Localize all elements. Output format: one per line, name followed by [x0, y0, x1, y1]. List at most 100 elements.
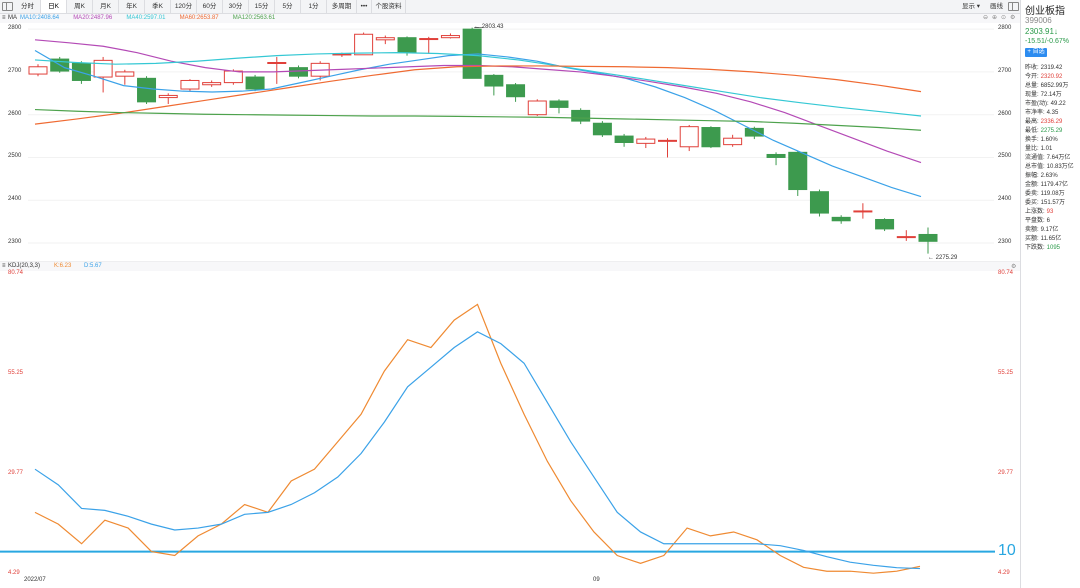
y-tick-right: 2800 — [998, 25, 1012, 32]
stat-row: 现量: 72.14万 — [1025, 91, 1062, 100]
candle-up — [180, 79, 200, 90]
y-tick-left: 2600 — [8, 110, 22, 117]
stat-value: 2320.92 — [1040, 74, 1063, 80]
index-code: 399006 — [1025, 16, 1052, 25]
stat-row: 昨收: 2319.42 — [1025, 64, 1062, 73]
stat-label: 平盘数: — [1025, 218, 1045, 225]
chart-settings-icon: ≡ — [2, 15, 6, 21]
candle-up — [28, 66, 48, 75]
kdj-tick-right: 4.29 — [998, 570, 1010, 576]
stat-value: 2.63% — [1040, 173, 1058, 180]
date-mid-label: 09 — [593, 577, 600, 583]
low-price-label: ← 2275.29 — [928, 254, 958, 261]
stat-value: 2275.29 — [1040, 128, 1063, 135]
y-tick-left: 2400 — [8, 196, 22, 203]
stat-row: 市盈(动): 49.22 — [1025, 100, 1066, 109]
candle-up — [223, 70, 243, 84]
stat-value: 4.35 — [1046, 110, 1059, 117]
candle-up — [267, 62, 287, 64]
main-indicator-label: MA — [8, 15, 17, 21]
stat-row: 买额: 11.65亿 — [1025, 235, 1061, 244]
stat-value: 11.65亿 — [1040, 236, 1062, 243]
kdj-line-k — [34, 303, 921, 574]
stat-row: 金额: 1179.47亿 — [1025, 181, 1068, 190]
zoom-control-icon: ⊖ — [983, 15, 989, 21]
stat-row: 委买: 151.57万 — [1025, 199, 1065, 208]
last-price: 2303.91↓ — [1025, 27, 1058, 36]
y-tick-left: 2700 — [8, 67, 22, 74]
ma-legend-item: MA10:2408.64 — [20, 15, 60, 21]
stat-row: 上涨数: 93 — [1025, 208, 1053, 217]
stat-label: 买额: — [1025, 236, 1039, 243]
ma-legend-item: MA20:2487.96 — [73, 15, 113, 21]
stat-label: 换手: — [1025, 137, 1039, 144]
stat-row: 总量: 6852.99万 — [1025, 82, 1068, 91]
kdj-level-label: 10 — [998, 541, 1016, 559]
add-watchlist-button[interactable]: + 自选 — [1025, 48, 1047, 57]
kdj-tick-right: 80.74 — [998, 270, 1014, 276]
zoom-control-icon: ⊕ — [992, 15, 998, 21]
ma-line-ma120 — [34, 108, 922, 131]
candle-up — [679, 126, 699, 148]
ma-legend-item: MA40:2597.01 — [126, 15, 166, 21]
candle-down — [506, 84, 526, 98]
candle-down — [592, 122, 612, 136]
stat-value: 1179.47亿 — [1040, 182, 1068, 189]
stat-row: 流通值: 7.64万亿 — [1025, 154, 1070, 163]
kdj-panel-header — [0, 262, 1020, 271]
stat-value: 2319.42 — [1040, 65, 1063, 71]
quote-panel: 创业板指 399006 2303.91↓ -15.51/-0.67% + 自选 … — [1020, 0, 1080, 588]
candle-down — [288, 67, 308, 77]
stat-label: 昨收: — [1025, 65, 1039, 71]
candle-down — [809, 191, 829, 214]
stat-row: 量比: 1.01 — [1025, 145, 1052, 154]
kdj-line-d — [34, 331, 921, 570]
stat-value: 119.08万 — [1040, 191, 1065, 198]
kdj-tick-left: 29.77 — [8, 470, 24, 476]
stat-value: 7.64万亿 — [1046, 155, 1071, 162]
stat-value: 1.60% — [1040, 137, 1058, 144]
stat-value: 6 — [1046, 218, 1051, 225]
price-change: -15.51/-0.67% — [1025, 38, 1069, 45]
candle-down — [918, 233, 938, 242]
candle-up — [527, 100, 547, 116]
kdj-tick-right: 55.25 — [998, 370, 1014, 377]
y-tick-left: 2300 — [8, 239, 22, 246]
candle-down — [484, 74, 504, 87]
stat-label: 市盈(动): — [1025, 101, 1049, 108]
stat-value: 1.01 — [1040, 146, 1053, 153]
stat-value: 49.22 — [1050, 101, 1066, 108]
stat-label: 委买: — [1025, 200, 1039, 207]
stat-value: 9.17亿 — [1040, 227, 1059, 234]
kdj-tick-left: 80.74 — [8, 270, 24, 276]
y-tick-left: 2500 — [8, 153, 22, 160]
stat-row: 委卖: 119.08万 — [1025, 190, 1065, 199]
stat-label: 金额: — [1025, 182, 1039, 189]
zoom-control-icon: ⊙ — [1001, 15, 1007, 21]
stat-row: 总市值: 10.83万亿 — [1025, 163, 1074, 172]
stat-label: 总量: — [1025, 83, 1039, 90]
candle-up — [658, 139, 678, 142]
y-tick-right: 2600 — [998, 110, 1012, 117]
candle-up — [419, 38, 439, 41]
kdj-legend-item: D:5.67 — [84, 263, 102, 269]
high-price-label: ← 2803.43 — [474, 23, 504, 30]
candle-down — [137, 77, 157, 103]
y-tick-right: 2300 — [998, 239, 1012, 246]
candle-up — [636, 138, 656, 144]
kdj-tick-right: 29.77 — [998, 470, 1014, 476]
kdj-settings-icon: ≡ — [2, 263, 6, 269]
candle-down — [397, 37, 417, 54]
candle-up — [202, 82, 222, 86]
candle-up — [853, 210, 873, 213]
candle-down — [744, 127, 764, 137]
stat-label: 委卖: — [1025, 191, 1039, 198]
stat-value: 72.14万 — [1040, 92, 1062, 99]
candle-down — [766, 153, 786, 158]
stat-value: 151.57万 — [1040, 200, 1066, 207]
candle-up — [375, 37, 395, 41]
stat-value: 10.83万亿 — [1046, 164, 1074, 171]
kline-chart[interactable] — [0, 0, 1020, 588]
y-tick-right: 2700 — [998, 67, 1012, 74]
stat-row: 最高: 2336.29 — [1025, 118, 1062, 127]
